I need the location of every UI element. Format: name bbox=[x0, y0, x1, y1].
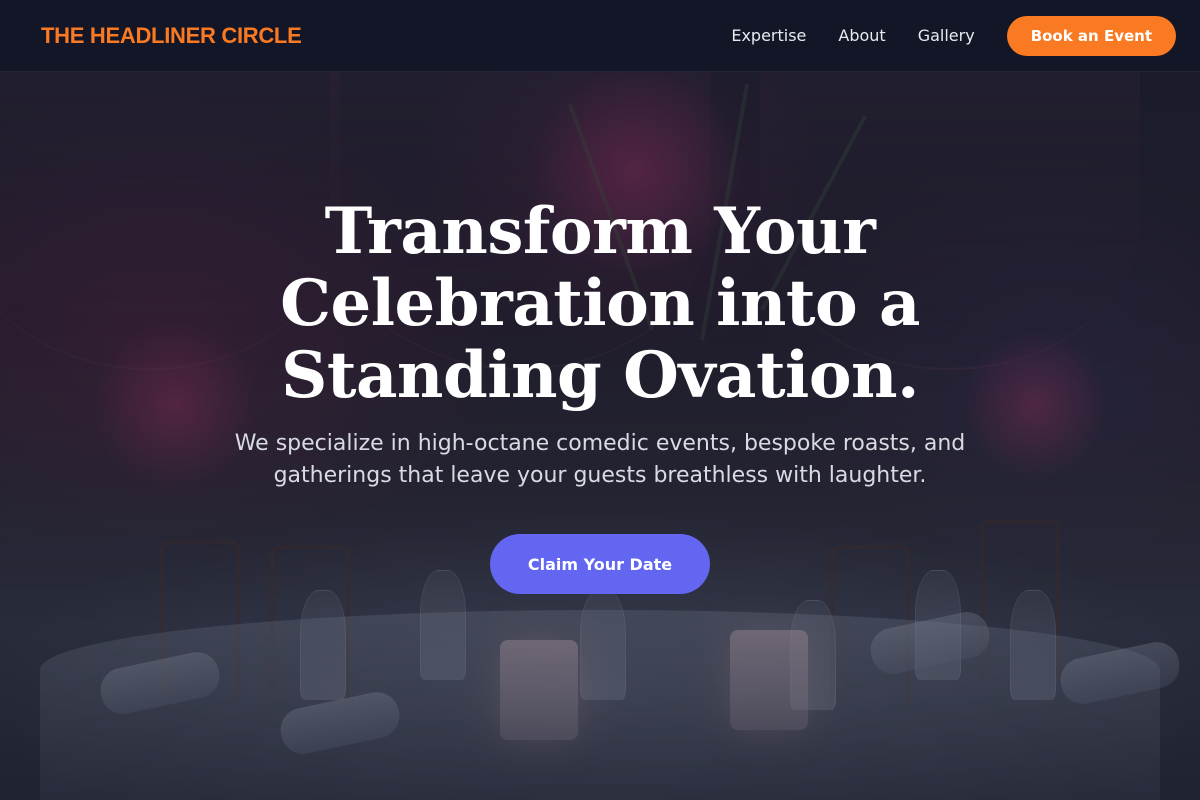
site-header: THE HEADLINER CIRCLE Expertise About Gal… bbox=[0, 0, 1200, 72]
hero-section: Transform Your Celebration into a Standi… bbox=[0, 196, 1200, 594]
claim-date-button[interactable]: Claim Your Date bbox=[490, 534, 710, 594]
brand-logo[interactable]: THE HEADLINER CIRCLE bbox=[41, 23, 302, 49]
nav-link-expertise[interactable]: Expertise bbox=[731, 26, 806, 45]
hero-title: Transform Your Celebration into a Standi… bbox=[280, 194, 920, 413]
nav-link-gallery[interactable]: Gallery bbox=[918, 26, 975, 45]
main-nav: Expertise About Gallery Book an Event bbox=[731, 15, 1176, 56]
book-event-button[interactable]: Book an Event bbox=[1006, 15, 1176, 56]
nav-link-about[interactable]: About bbox=[838, 26, 885, 45]
hero-subtitle: We specialize in high-octane comedic eve… bbox=[234, 431, 966, 488]
